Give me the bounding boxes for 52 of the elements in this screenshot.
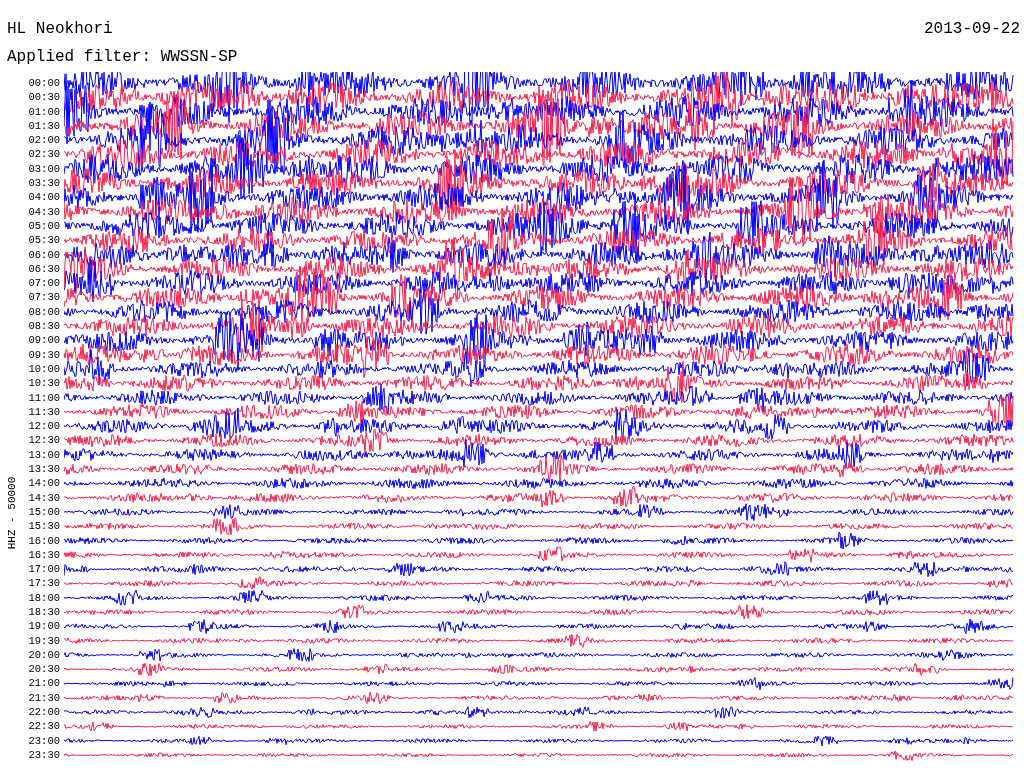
time-label: 13:00 — [27, 447, 61, 462]
time-label: 05:30 — [27, 233, 61, 248]
time-label: 09:30 — [27, 347, 61, 362]
time-label: 18:30 — [27, 605, 61, 620]
time-label: 12:00 — [27, 419, 61, 434]
time-label: 21:00 — [27, 676, 61, 691]
time-label: 07:30 — [27, 290, 61, 305]
time-label: 08:30 — [27, 319, 61, 334]
time-label: 14:30 — [27, 490, 61, 505]
time-label: 22:00 — [27, 705, 61, 720]
time-label: 06:00 — [27, 247, 61, 262]
time-label: 00:00 — [27, 76, 61, 91]
time-label: 23:30 — [27, 747, 61, 763]
time-label: 20:00 — [27, 647, 61, 663]
date-label: 2013-09-22 — [924, 20, 1020, 40]
time-label: 07:00 — [27, 276, 61, 291]
time-label: 17:00 — [27, 562, 61, 577]
filter-label: Applied filter: WWSSN-SP — [7, 48, 238, 66]
time-label: 02:00 — [27, 133, 61, 148]
time-label: 19:00 — [27, 619, 61, 634]
time-label: 15:30 — [27, 519, 61, 534]
time-label: 03:00 — [27, 161, 61, 177]
time-label: 13:30 — [27, 462, 61, 477]
time-label: 14:00 — [27, 476, 61, 491]
time-label: 19:30 — [27, 633, 61, 648]
time-label: 18:00 — [27, 590, 61, 605]
time-label: 16:00 — [27, 533, 61, 548]
time-label: 16:30 — [27, 547, 61, 563]
time-label: 05:00 — [27, 218, 61, 234]
time-label: 02:30 — [27, 147, 61, 162]
channel-label: HHZ - 50000 — [6, 475, 18, 552]
time-label: 01:00 — [27, 104, 61, 119]
time-label: 04:00 — [27, 190, 61, 205]
time-label: 17:30 — [27, 576, 61, 591]
time-label: 10:00 — [27, 361, 61, 377]
time-label: 11:00 — [27, 390, 61, 405]
time-label: 23:00 — [27, 733, 61, 748]
time-label: 03:30 — [27, 176, 61, 191]
time-label: 04:30 — [27, 204, 61, 219]
time-label: 01:30 — [27, 118, 61, 134]
time-label: 12:30 — [27, 433, 61, 448]
time-label: 00:30 — [27, 90, 61, 105]
station-title: HL Neokhori — [7, 20, 113, 40]
time-label: 10:30 — [27, 376, 61, 391]
time-label: 22:30 — [27, 719, 61, 734]
time-label: 15:00 — [27, 504, 61, 520]
time-label: 11:30 — [27, 404, 61, 420]
time-label: 06:30 — [27, 261, 61, 277]
time-label: 21:30 — [27, 690, 61, 706]
time-label: 20:30 — [27, 662, 61, 677]
time-label: 08:00 — [27, 304, 61, 320]
time-label: 09:00 — [27, 333, 61, 348]
